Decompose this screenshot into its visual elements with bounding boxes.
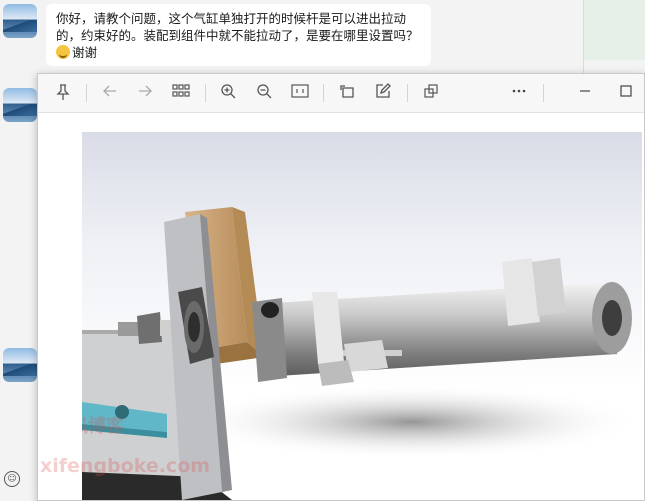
more-icon[interactable] [509, 83, 529, 103]
toolbar-separator [407, 84, 408, 102]
watermark-url: xifengboke.com [40, 455, 211, 477]
minimize-icon[interactable] [575, 83, 595, 103]
cad-image: 溪风博客 [82, 132, 642, 500]
maximize-icon[interactable] [616, 83, 636, 103]
smile-emoji-icon [56, 45, 70, 59]
zoom-in-icon[interactable] [218, 83, 238, 103]
message-thanks: 谢谢 [72, 45, 98, 60]
crop-icon[interactable] [421, 83, 441, 103]
pin-icon[interactable] [53, 83, 73, 103]
toolbar-separator [543, 84, 544, 102]
fit-icon[interactable] [290, 83, 310, 103]
rotate-icon[interactable] [337, 83, 357, 103]
grid-icon[interactable] [171, 83, 191, 103]
viewer-toolbar [38, 74, 644, 113]
zoom-out-icon[interactable] [254, 83, 274, 103]
back-icon[interactable] [100, 83, 120, 103]
toolbar-separator [323, 84, 324, 102]
cad-cylinder-render [82, 207, 642, 500]
image-viewer-window: 溪风博客 [37, 73, 645, 501]
avatar[interactable] [3, 4, 37, 38]
message-text-line: 的，约束好的。装配到组件中就不能拉动了，是要在哪里设置吗？ [56, 28, 419, 43]
message-text-line: 你好，请教个问题，这个气缸单独打开的时候杆是可以进出拉动 [56, 11, 407, 26]
edit-icon[interactable] [373, 83, 393, 103]
side-panel [583, 0, 645, 60]
avatar[interactable] [3, 348, 37, 382]
emoji-button-icon[interactable]: ☺ [4, 471, 20, 487]
message-text-line: 谢谢 [56, 44, 421, 61]
watermark-text: 溪风博客 [82, 416, 124, 437]
forward-icon[interactable] [135, 83, 155, 103]
message-bubble[interactable]: 你好，请教个问题，这个气缸单独打开的时候杆是可以进出拉动 的，约束好的。装配到组… [46, 4, 431, 66]
toolbar-separator [205, 84, 206, 102]
avatar[interactable] [3, 88, 37, 122]
toolbar-separator [86, 84, 87, 102]
